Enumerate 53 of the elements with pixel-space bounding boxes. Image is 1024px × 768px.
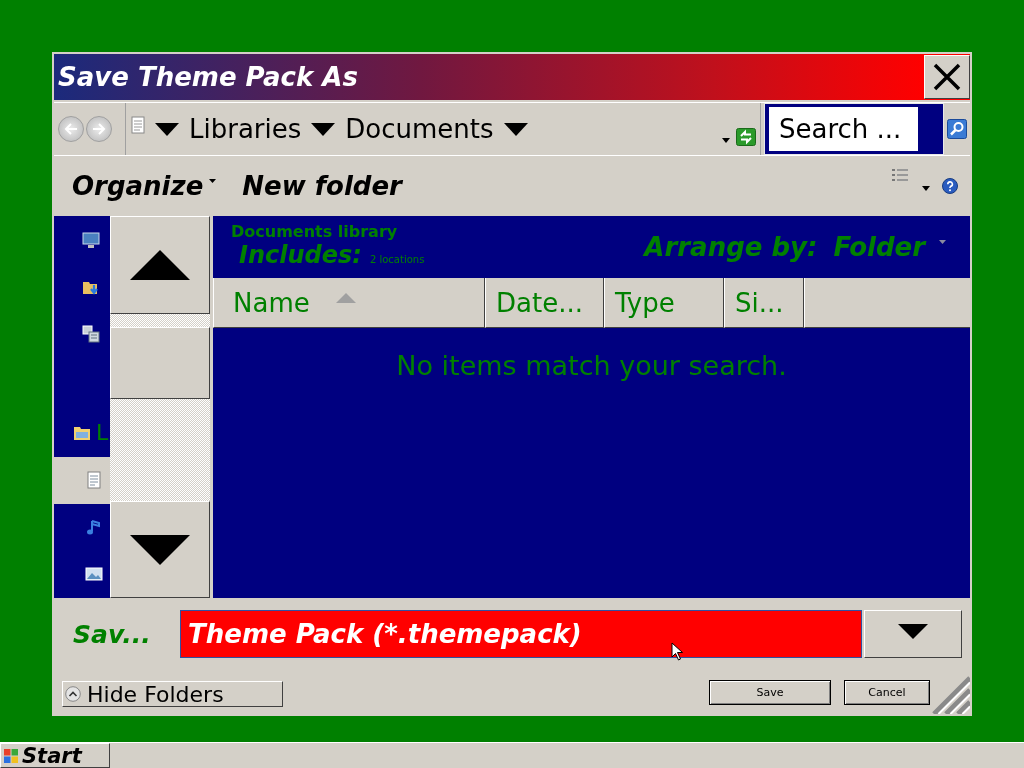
caret-icon[interactable] <box>503 122 528 136</box>
music-note-icon <box>85 518 103 537</box>
search-field[interactable]: Search ... <box>764 103 944 155</box>
nav-item-label: L <box>96 422 109 444</box>
picture-icon <box>85 565 103 584</box>
start-button[interactable]: Start <box>0 743 110 768</box>
refresh-icon[interactable] <box>736 128 756 146</box>
down-triangle-icon <box>130 534 190 565</box>
save-as-type-label: Sav... <box>73 619 152 649</box>
window-title: Save Theme Pack As <box>57 62 359 92</box>
chevron-up-icon <box>65 686 81 702</box>
toolbar-button[interactable]: New folder <box>242 171 402 201</box>
monitor-icon <box>82 230 100 249</box>
hide-folders-button[interactable]: Hide Folders <box>62 681 283 707</box>
document-icon <box>85 471 103 490</box>
includes-label: Includes: <box>239 241 362 269</box>
mouse-pointer-icon <box>671 642 684 661</box>
arrange-by-label: Arrange by: <box>644 232 818 262</box>
sort-arrow-icon <box>335 292 356 303</box>
file-type-field[interactable]: Theme Pack (*.themepack) <box>180 610 862 658</box>
caret-icon <box>939 240 946 244</box>
caret-icon[interactable] <box>155 122 179 136</box>
caret-icon[interactable] <box>922 185 930 191</box>
search-button[interactable] <box>947 119 967 139</box>
caret-icon <box>898 623 928 639</box>
close-button[interactable] <box>924 55 970 99</box>
caret-icon <box>209 179 217 183</box>
empty-message: No items match your search. <box>395 350 788 381</box>
toolbar-button[interactable]: Organize <box>72 171 217 201</box>
up-triangle-icon <box>130 250 190 280</box>
folder-icon <box>73 424 91 442</box>
save-button[interactable]: Save <box>709 679 831 705</box>
library-title: Documents library <box>231 222 399 241</box>
caret-icon[interactable] <box>311 122 336 136</box>
close-icon <box>932 62 962 92</box>
scroll-thumb[interactable] <box>110 327 210 399</box>
nav-item[interactable] <box>54 456 110 504</box>
windows-logo-icon <box>3 747 19 764</box>
help-icon[interactable] <box>942 178 958 194</box>
forward-arrow-icon <box>92 123 106 135</box>
dropdown-button[interactable] <box>864 610 962 658</box>
breadcrumb[interactable]: Documents <box>345 114 494 144</box>
resize-grip-icon[interactable] <box>932 674 970 714</box>
scroll-down-button[interactable] <box>110 501 210 598</box>
window-stack-icon <box>82 324 100 343</box>
document-icon <box>131 116 145 134</box>
view-options-icon[interactable] <box>892 168 908 182</box>
caret-icon[interactable] <box>722 137 730 143</box>
cancel-button[interactable]: Cancel <box>844 679 930 705</box>
back-arrow-icon <box>64 123 78 135</box>
search-icon <box>947 119 967 139</box>
breadcrumb[interactable]: Libraries <box>189 114 302 144</box>
scroll-up-button[interactable] <box>110 216 210 314</box>
